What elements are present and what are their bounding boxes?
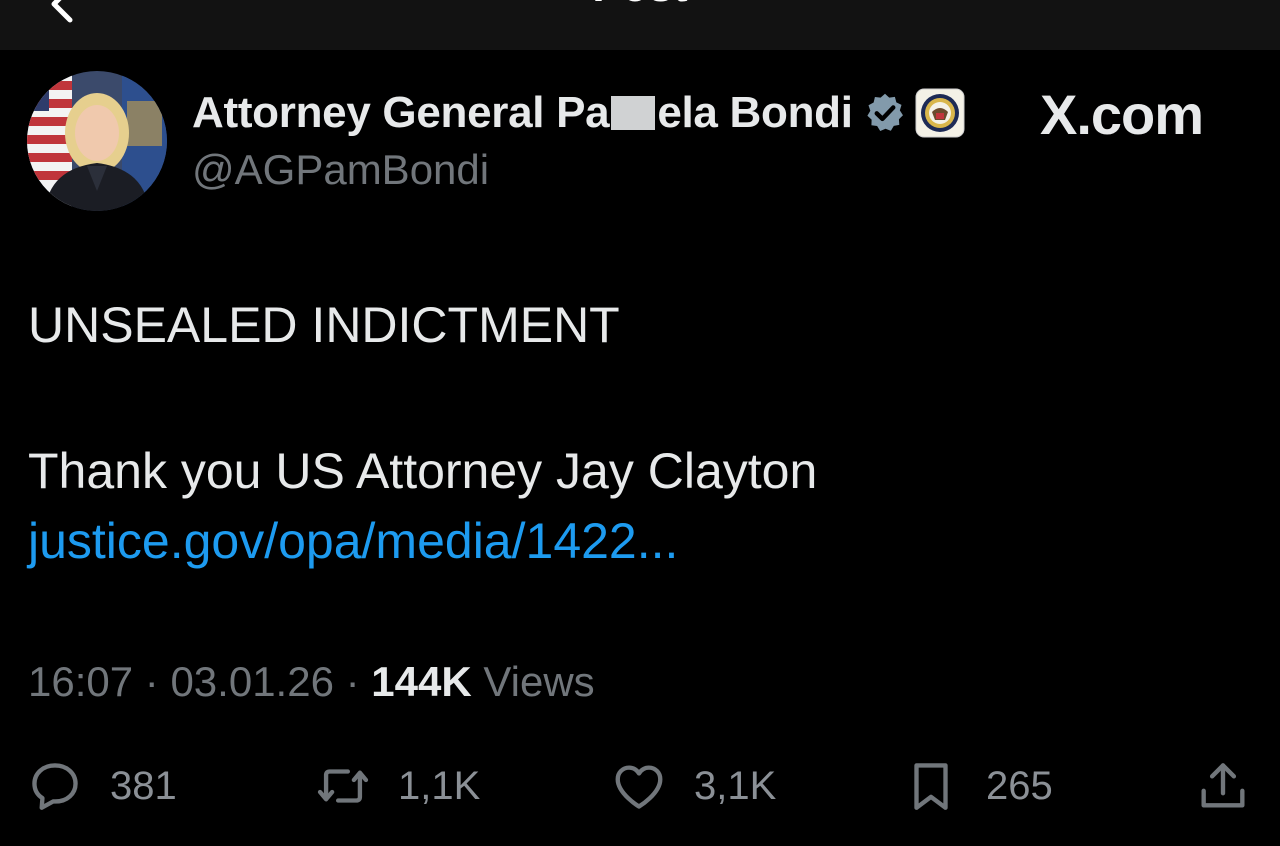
bookmark-button[interactable]: 265 [902, 756, 1053, 816]
views-count: 144K [371, 658, 472, 705]
meta-separator: · [345, 658, 360, 705]
reply-icon [32, 763, 78, 810]
avatar[interactable] [27, 71, 167, 211]
share-button[interactable] [1194, 756, 1252, 816]
tweet-text-line-1: UNSEALED INDICTMENT [28, 297, 620, 353]
page-title: Post [0, 0, 1280, 12]
repost-icon [317, 769, 369, 803]
bookmark-count: 265 [986, 763, 1053, 808]
views-label[interactable]: Views [483, 658, 594, 705]
verified-badge-icon [867, 93, 903, 131]
post-time: 16:07 [28, 658, 134, 705]
bookmark-icon [914, 763, 948, 810]
repost-count: 1,1K [398, 763, 481, 808]
redacted-text-patch [611, 96, 656, 130]
author-handle[interactable]: @AGPamBondi [192, 146, 489, 194]
repost-button[interactable]: 1,1K [314, 756, 480, 816]
heart-icon [615, 765, 663, 809]
like-button[interactable]: 3,1K [610, 756, 776, 816]
share-icon [1201, 763, 1245, 808]
top-bar: Post [0, 0, 1280, 50]
post-date: 03.01.26 [170, 658, 334, 705]
like-count: 3,1K [694, 763, 777, 808]
meta-separator: · [144, 658, 159, 705]
display-name-text-start: Attorney General Pa [192, 88, 610, 137]
post-meta: 16:07 · 03.01.26 · 144K Views [28, 658, 595, 706]
x-com-watermark: X.com [1040, 83, 1204, 146]
tweet-text-line-2: Thank you US Attorney Jay Clayton [28, 443, 818, 499]
author-display-name[interactable]: Attorney General Pa ela Bondi [192, 86, 965, 140]
tweet-link[interactable]: justice.gov/opa/media/1422... [28, 512, 678, 570]
reply-count: 381 [110, 763, 177, 808]
display-name-text-end: ela Bondi [657, 88, 853, 137]
reply-button[interactable]: 381 [26, 756, 177, 816]
doj-seal-icon [915, 88, 965, 138]
